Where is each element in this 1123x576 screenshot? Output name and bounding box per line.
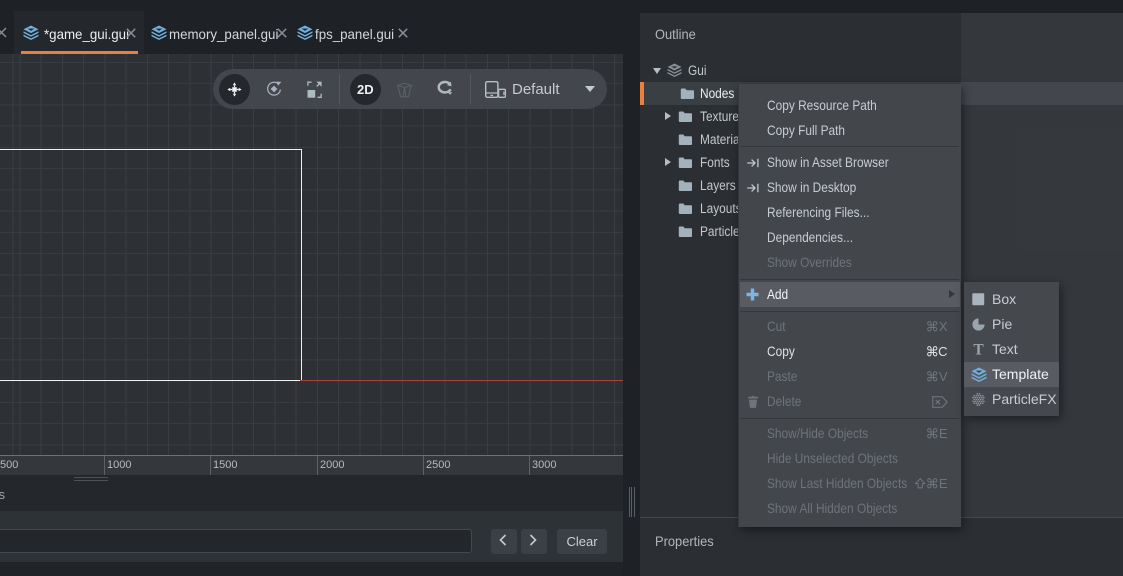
svg-text:T: T <box>973 341 984 358</box>
